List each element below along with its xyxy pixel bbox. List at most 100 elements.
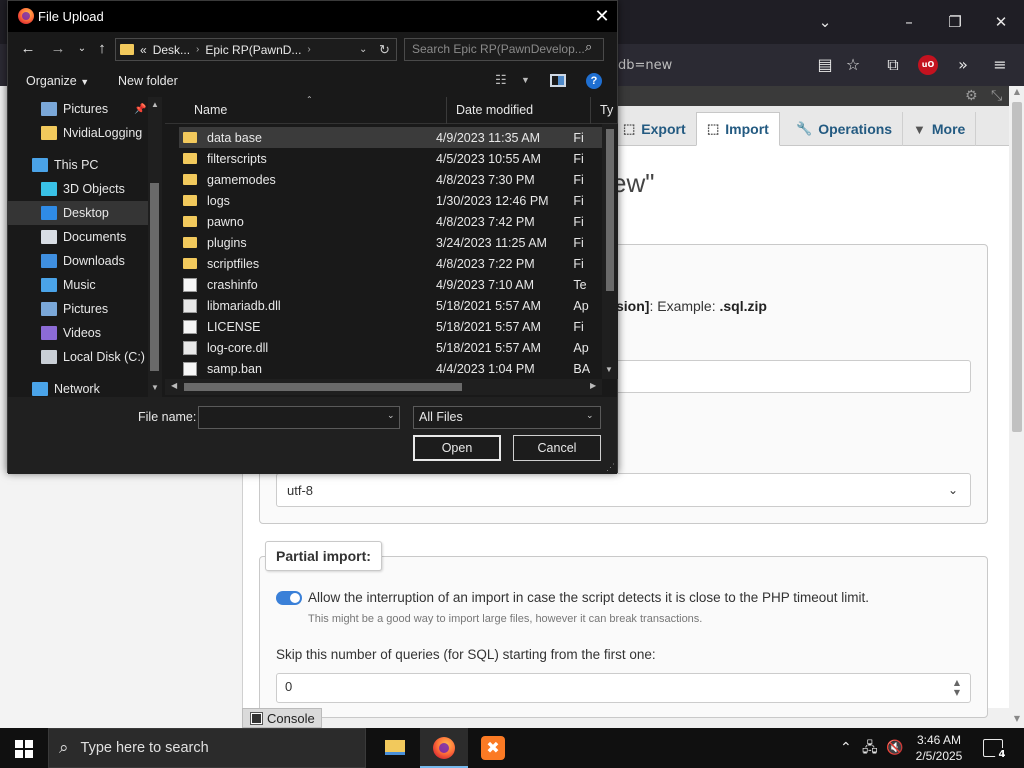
open-button[interactable]: Open [413, 435, 501, 461]
file-row-filterscripts[interactable]: filterscripts 4/5/2023 10:55 AM Fi [179, 148, 602, 169]
file-list-horizontal-scrollbar-thumb[interactable] [184, 383, 462, 391]
videos-icon [41, 326, 57, 340]
file-row-data-base[interactable]: data base 4/9/2023 11:35 AM Fi [179, 127, 602, 148]
breadcrumb-desktop[interactable]: Desk... [153, 43, 190, 57]
file-list-vertical-scrollbar-thumb[interactable] [606, 129, 614, 291]
tab-operations[interactable]: 🔧 Operations [786, 112, 904, 146]
taskbar-search-box[interactable]: ⌕ Type here to search [48, 728, 366, 768]
ublock-icon[interactable]: uO [918, 55, 938, 75]
taskbar-app-xampp[interactable]: ✖ [468, 728, 516, 768]
nav-item-local-disk[interactable]: Local Disk (C:) [8, 345, 148, 369]
nav-pane-scrollbar-thumb[interactable] [150, 183, 159, 371]
tab-import[interactable]: ⬚ Import [696, 112, 780, 146]
column-header-name[interactable]: Name [185, 97, 447, 124]
file-name-dropdown-icon[interactable]: ⌄ [387, 410, 395, 421]
file-input[interactable] [600, 360, 971, 393]
maximize-icon[interactable]: ❐ [940, 10, 970, 34]
nav-item-desktop[interactable]: Desktop [8, 201, 148, 225]
extensions-icon[interactable]: ⧉ [880, 52, 906, 78]
collapse-icon[interactable]: ⤡ [991, 86, 1002, 106]
cancel-button[interactable]: Cancel [513, 435, 601, 461]
file-row-license[interactable]: LICENSE 5/18/2021 5:57 AM Fi [179, 316, 602, 337]
file-type: BA [573, 361, 591, 376]
file-row-crashinfo[interactable]: crashinfo 4/9/2023 7:10 AM Te [179, 274, 602, 295]
file-row-pawno[interactable]: pawno 4/8/2023 7:42 PM Fi [179, 211, 602, 232]
tab-list-chevron-down-icon[interactable]: ⌄ [810, 10, 840, 34]
column-header-type[interactable]: Ty [591, 97, 618, 124]
bookmark-star-icon[interactable]: ☆ [840, 52, 866, 78]
file-row-samp-ban[interactable]: samp.ban 4/4/2023 1:04 PM BA [179, 358, 602, 379]
clock[interactable]: 3:46 AM 2/5/2025 [914, 732, 964, 764]
file-row-logs[interactable]: logs 1/30/2023 12:46 PM Fi [179, 190, 602, 211]
scroll-down-icon[interactable]: ▼ [605, 365, 613, 374]
nav-item-pictures[interactable]: Pictures [8, 297, 148, 321]
pin-icon[interactable]: 📌 [134, 104, 146, 115]
scroll-down-icon[interactable]: ▼ [149, 383, 161, 392]
file-type-filter-select[interactable]: All Files [413, 406, 601, 429]
charset-select[interactable]: utf-8 ⌄ [276, 473, 971, 507]
new-folder-button[interactable]: New folder [118, 74, 178, 88]
nav-item-this-pc[interactable]: This PC [8, 153, 148, 177]
scroll-up-icon[interactable]: ▲ [1010, 87, 1024, 96]
show-hidden-icons-chevron-up-icon[interactable]: ⌃ [840, 728, 852, 768]
tab-more[interactable]: ▼ More [903, 112, 977, 146]
nav-item-3d-objects[interactable]: 3D Objects [8, 177, 148, 201]
skip-queries-input[interactable]: 0 [276, 673, 971, 703]
breadcrumb-current-folder[interactable]: Epic RP(PawnD... [205, 43, 301, 57]
resize-grip-icon[interactable]: ⋰ [606, 462, 615, 473]
view-options-icon[interactable]: ☷ [495, 72, 507, 88]
back-arrow-icon[interactable]: ← [18, 39, 38, 59]
console-tab[interactable]: Console [242, 708, 322, 728]
scroll-right-icon[interactable]: ▶ [590, 381, 596, 390]
nav-item-pictures-quick[interactable]: Pictures [8, 97, 148, 121]
dialog-close-icon[interactable]: ✕ [590, 5, 614, 27]
nav-item-downloads[interactable]: Downloads [8, 249, 148, 273]
file-name-input[interactable] [198, 406, 400, 429]
tab-export[interactable]: ⬚ Export [613, 112, 697, 146]
column-header-date-modified[interactable]: Date modified [447, 97, 591, 124]
hamburger-menu-icon[interactable]: ≡ [987, 52, 1013, 78]
file-name: pawno [207, 214, 244, 229]
file-row-gamemodes[interactable]: gamemodes 4/8/2023 7:30 PM Fi [179, 169, 602, 190]
page-scrollbar-thumb[interactable] [1012, 102, 1022, 432]
address-overflow[interactable]: « [140, 43, 147, 57]
organize-menu[interactable]: Organize ▼ [26, 74, 89, 88]
view-dropdown-icon[interactable]: ▼ [521, 75, 530, 85]
nav-item-music[interactable]: Music [8, 273, 148, 297]
volume-muted-icon[interactable]: 🔇 [886, 728, 903, 768]
start-button[interactable] [0, 728, 48, 768]
search-icon[interactable]: ⌕ [585, 39, 592, 55]
scroll-up-icon[interactable]: ▲ [149, 100, 161, 109]
taskbar-app-file-explorer[interactable] [371, 728, 419, 768]
search-input[interactable]: Search Epic RP(PawnDevelop... [404, 38, 604, 61]
overflow-icon[interactable]: » [950, 52, 976, 78]
network-icon[interactable]: 🖧 [862, 728, 878, 768]
close-icon[interactable]: ✕ [986, 10, 1016, 34]
address-dropdown-icon[interactable]: ⌄ [359, 39, 367, 60]
file-row-libmariadb[interactable]: libmariadb.dll 5/18/2021 5:57 AM Ap [179, 295, 602, 316]
address-bar[interactable]: « Desk... › Epic RP(PawnD... › ⌄ ↻ [115, 38, 397, 61]
file-row-scriptfiles[interactable]: scriptfiles 4/8/2023 7:22 PM Fi [179, 253, 602, 274]
file-row-log-core[interactable]: log-core.dll 5/18/2021 5:57 AM Ap [179, 337, 602, 358]
up-arrow-icon[interactable]: ↑ [92, 39, 112, 59]
preview-pane-icon[interactable] [550, 74, 566, 87]
allow-interrupt-toggle[interactable] [276, 591, 302, 605]
filter-dropdown-icon[interactable]: ⌄ [586, 410, 594, 421]
nav-item-documents[interactable]: Documents [8, 225, 148, 249]
spinner-arrows-icon[interactable]: ▲ ▼ [950, 678, 964, 698]
gear-icon[interactable]: ⚙ [965, 86, 978, 106]
nav-item-nvidialogging[interactable]: NvidiaLogging [8, 121, 148, 145]
refresh-icon[interactable]: ↻ [379, 39, 390, 60]
reader-view-icon[interactable]: ▤ [812, 52, 838, 78]
taskbar-app-firefox[interactable] [420, 728, 468, 768]
help-icon[interactable]: ? [586, 73, 602, 89]
file-row-plugins[interactable]: plugins 3/24/2023 11:25 AM Fi [179, 232, 602, 253]
url-bar-text[interactable]: db=new [618, 58, 672, 73]
minimize-icon[interactable]: – [894, 10, 924, 34]
scroll-down-icon[interactable]: ▼ [1010, 714, 1024, 723]
recent-locations-chevron-icon[interactable]: ⌄ [72, 39, 92, 59]
forward-arrow-icon[interactable]: → [48, 39, 68, 59]
scroll-left-icon[interactable]: ◀ [171, 381, 177, 390]
nav-item-videos[interactable]: Videos [8, 321, 148, 345]
nav-item-network[interactable]: Network [8, 377, 148, 397]
